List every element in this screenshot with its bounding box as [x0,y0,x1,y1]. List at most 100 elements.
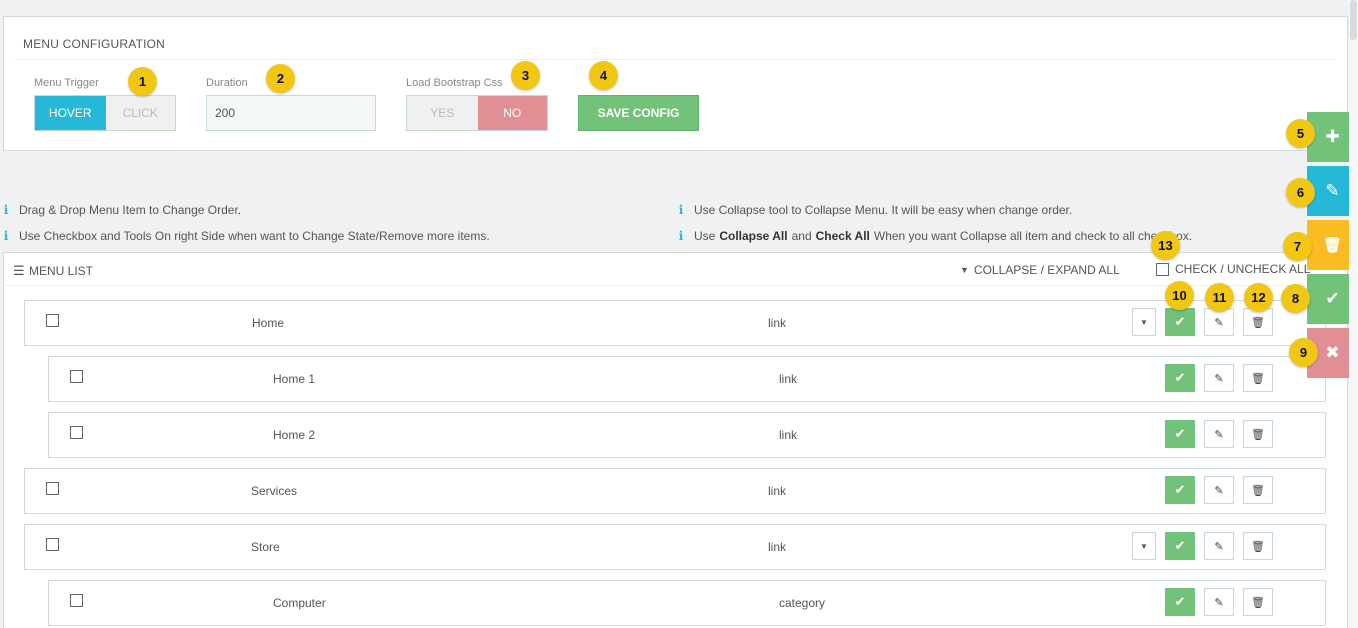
row-checkbox[interactable] [70,594,83,607]
menu-item-name: Services [251,484,298,498]
callout-marker: 6 [1286,178,1315,207]
menu-item-row[interactable]: Home 2 link ✔ ✎ 🗑 [48,412,1326,458]
menu-item-row[interactable]: Home 1 link ✔ ✎ 🗑 [48,356,1326,402]
callout-marker: 7 [1283,232,1312,261]
check-icon: ✔ [1174,594,1186,609]
menu-item-row[interactable]: Services link ✔ ✎ 🗑 [24,468,1326,514]
enable-button[interactable]: ✔ [1165,532,1195,560]
bootstrap-css-label: Load Bootstrap Css [406,77,503,89]
check-icon: ✔ [1174,370,1186,385]
enable-button[interactable]: ✔ [1165,420,1195,448]
callout-marker: 12 [1244,283,1273,312]
edit-icon: ✎ [1214,596,1224,609]
duration-label: Duration [206,77,248,89]
enable-button[interactable]: ✔ [1165,476,1195,504]
collapse-toggle-button[interactable]: ▼ [1132,532,1156,560]
menu-item-name: Computer [273,596,326,610]
delete-button[interactable]: 🗑 [1243,308,1273,336]
menu-item-name: Store [251,540,280,554]
note-text: Drag & Drop Menu Item to Change Order. [19,203,242,217]
edit-button[interactable]: ✎ [1204,476,1234,504]
no-option[interactable]: NO [477,96,547,130]
menu-item-row[interactable]: Home link ▼ ✔ ✎ 🗑 [24,300,1326,346]
save-config-button[interactable]: SAVE CONFIG [578,95,699,131]
close-icon: ✖ [1325,343,1340,362]
menu-item-type: link [779,372,798,386]
menu-list-header: ☰ MENU LIST ▼ COLLAPSE / EXPAND ALL CHEC… [4,253,1347,286]
delete-button[interactable]: 🗑 [1243,420,1273,448]
note-bold-collapse-all: Collapse All [719,229,788,243]
menu-item-row[interactable]: Computer category ✔ ✎ 🗑 [48,580,1326,626]
edit-icon: ✎ [1214,316,1224,329]
note-bold-check-all: Check All [815,229,870,243]
menu-item-name: Home 1 [273,372,316,386]
menu-item-type: link [779,428,798,442]
enable-button[interactable]: ✔ [1165,308,1195,336]
edit-button[interactable]: ✎ [1204,308,1234,336]
menu-configuration-panel: MENU CONFIGURATION Menu Trigger HOVER CL… [3,16,1348,151]
menu-list-title-text: MENU LIST [29,264,94,278]
note-drag-drop: i Drag & Drop Menu Item to Change Order. [3,203,241,217]
edit-button[interactable]: ✎ [1204,364,1234,392]
callout-marker: 13 [1151,231,1180,260]
note-text-post: When you want Collapse all item and chec… [873,229,1193,243]
edit-button[interactable]: ✎ [1204,532,1234,560]
check-icon: ✔ [1174,538,1186,553]
bootstrap-css-toggle: YES NO [406,95,548,131]
callout-marker: 1 [128,67,157,96]
edit-button[interactable]: ✎ [1204,588,1234,616]
callout-marker: 8 [1281,284,1310,313]
row-checkbox[interactable] [70,426,83,439]
delete-button[interactable]: 🗑 [1243,364,1273,392]
click-option[interactable]: CLICK [105,96,175,130]
enable-button[interactable]: ✔ [1165,364,1195,392]
note-collapse-check-all: i Use Collapse All and Check All When yo… [678,229,1192,243]
delete-button[interactable]: 🗑 [1243,476,1273,504]
row-checkbox[interactable] [46,314,59,327]
menu-item-row[interactable]: Store link ▼ ✔ ✎ 🗑 [24,524,1326,570]
edit-icon: ✎ [1214,428,1224,441]
caret-down-icon: ▼ [1140,317,1148,327]
callout-marker: 2 [266,64,295,93]
menu-trigger-label: Menu Trigger [34,77,99,89]
edit-button[interactable]: ✎ [1204,420,1234,448]
row-checkbox[interactable] [46,482,59,495]
caret-down-icon: ▼ [1140,541,1148,551]
trash-icon: 🗑 [1251,316,1265,329]
check-icon: ✔ [1174,482,1186,497]
scrollbar-thumb[interactable] [1350,0,1357,40]
callout-marker: 5 [1286,119,1315,148]
scrollbar-track[interactable] [1349,0,1358,628]
info-icon: i [3,229,9,243]
edit-icon: ✎ [1214,540,1224,553]
row-checkbox[interactable] [70,370,83,383]
info-icon: i [3,203,9,217]
callout-marker: 9 [1289,338,1318,367]
row-checkbox[interactable] [46,538,59,551]
trash-icon: 🗑 [1251,372,1265,385]
duration-input[interactable] [206,95,376,131]
edit-icon: ✎ [1325,181,1340,200]
trash-icon: 🗑 [1251,540,1265,553]
note-text-pre: Use [694,229,716,243]
check-icon: ✔ [1174,426,1186,441]
enable-button[interactable]: ✔ [1165,588,1195,616]
hover-option[interactable]: HOVER [35,96,106,130]
check-icon: ✔ [1325,289,1340,308]
check-all-label: CHECK / UNCHECK ALL [1175,262,1311,276]
list-icon: ☰ [13,263,25,278]
edit-icon: ✎ [1214,372,1224,385]
check-all-checkbox[interactable] [1156,262,1169,276]
trash-icon: 🗑 [1251,484,1265,497]
collapse-expand-all-button[interactable]: ▼ COLLAPSE / EXPAND ALL [960,263,1120,277]
delete-button[interactable]: 🗑 [1243,532,1273,560]
collapse-toggle-button[interactable]: ▼ [1132,308,1156,336]
menu-list-title: ☰ MENU LIST [13,263,93,279]
caret-down-icon: ▼ [960,265,969,275]
menu-item-name: Home 2 [273,428,316,442]
yes-option[interactable]: YES [407,96,478,130]
check-uncheck-all[interactable]: CHECK / UNCHECK ALL [1156,262,1310,276]
menu-item-type: category [779,596,826,610]
delete-button[interactable]: 🗑 [1243,588,1273,616]
note-text: Use Checkbox and Tools On right Side whe… [19,229,490,243]
